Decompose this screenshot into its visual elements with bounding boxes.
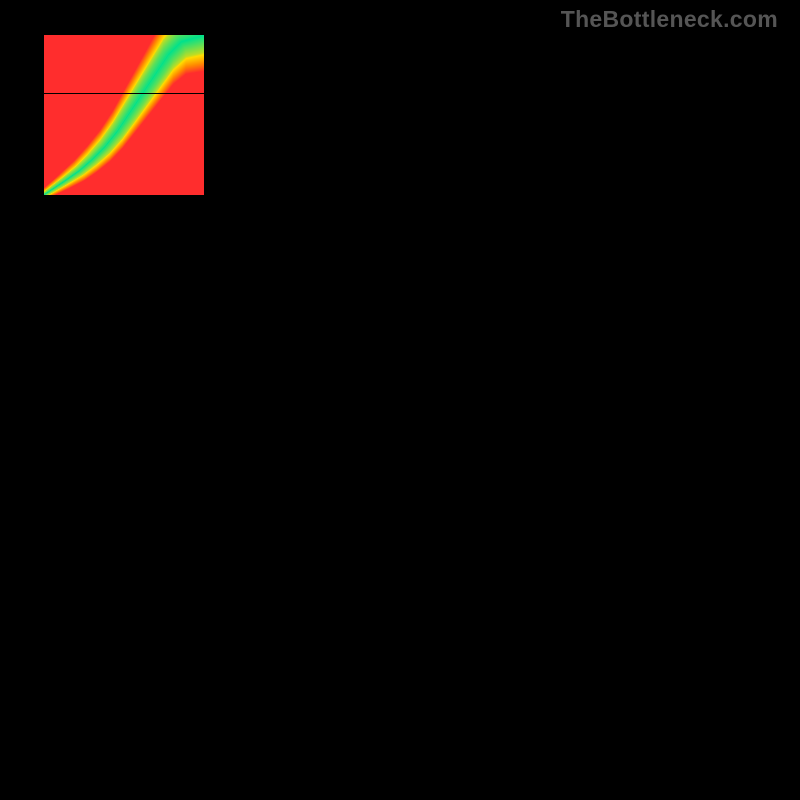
crosshair-horizontal <box>44 93 756 94</box>
crosshair-vertical <box>585 35 586 765</box>
watermark-text: TheBottleneck.com <box>561 6 778 33</box>
crosshair-dot <box>581 89 590 98</box>
heatmap-plot <box>44 35 756 765</box>
heatmap-canvas <box>44 35 204 195</box>
